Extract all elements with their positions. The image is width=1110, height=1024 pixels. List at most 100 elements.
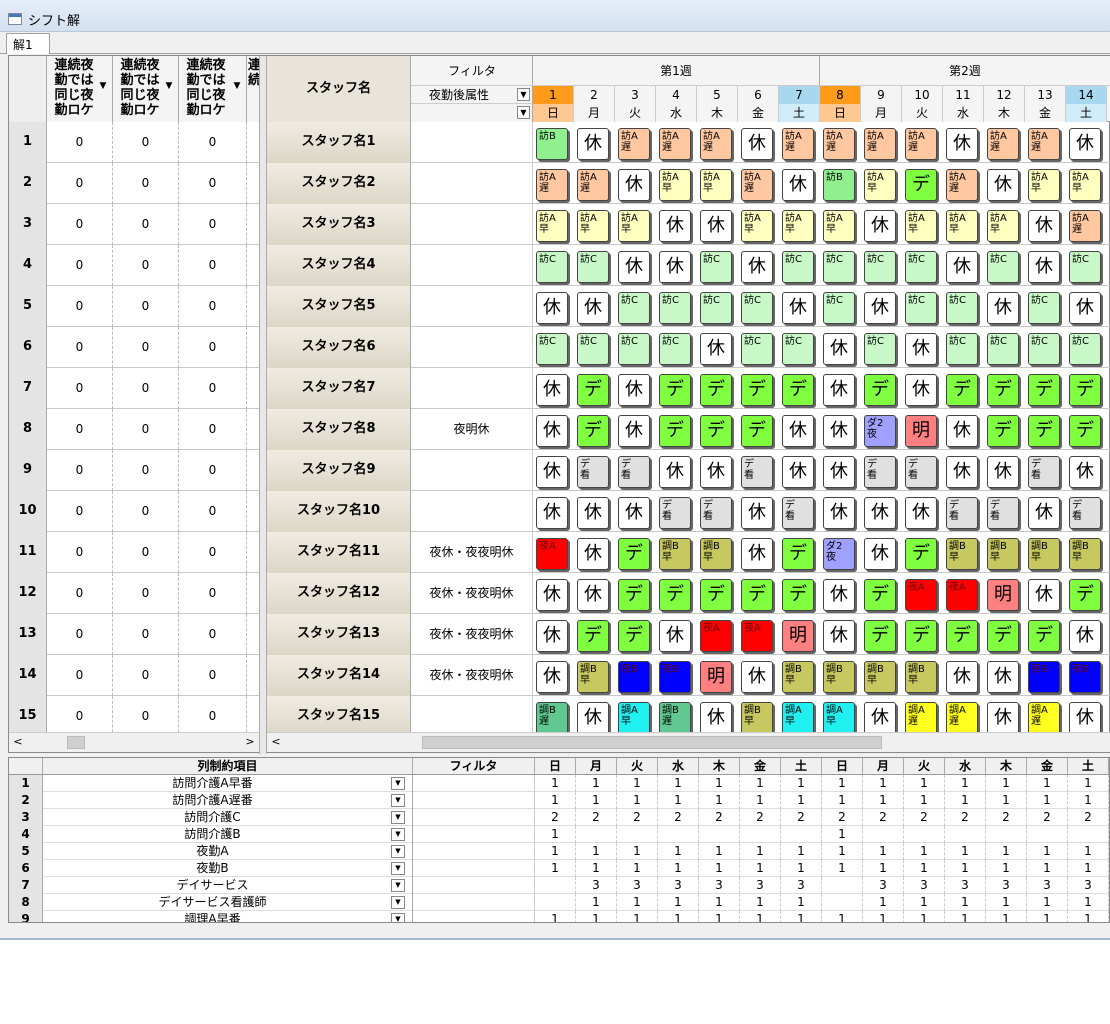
staff-filter[interactable]: 夜休・夜夜明休 [411,614,533,655]
row-number[interactable]: 3 [9,204,47,245]
constraint-value[interactable] [535,877,576,894]
staff-name[interactable]: スタッフ名14 [267,655,411,696]
constraint-value[interactable]: 1 [945,860,986,877]
constraint-value[interactable]: 1 [945,792,986,809]
dropdown-arrow-icon[interactable]: ▼ [391,913,405,922]
shift-cell[interactable]: 休 [741,251,773,283]
consecutive-night-value[interactable]: 0 [179,696,247,732]
shift-cell[interactable]: 訪C [782,251,814,283]
constraint-value[interactable]: 1 [822,826,863,843]
constraint-filter[interactable] [413,894,535,911]
constraint-value[interactable]: 3 [1027,877,1068,894]
constraint-value[interactable]: 1 [658,860,699,877]
consecutive-night-value[interactable]: 0 [47,614,113,655]
shift-cell[interactable]: デ [905,620,937,652]
constraint-value[interactable]: 3 [986,877,1027,894]
shift-cell[interactable]: デ [1028,374,1060,406]
shift-cell[interactable]: 明 [905,415,937,447]
constraint-value[interactable] [1027,826,1068,843]
constraint-value[interactable]: 2 [617,809,658,826]
shift-cell[interactable]: 訪C [946,333,978,365]
constraint-value[interactable] [781,826,822,843]
shift-cell[interactable]: デ 看 [987,497,1019,529]
constraint-value[interactable]: 1 [1027,911,1068,922]
shift-cell[interactable]: 調A 遅 [946,702,978,732]
consecutive-night-value[interactable]: 0 [179,573,247,614]
shift-cell[interactable]: デ [987,374,1019,406]
row-number[interactable]: 6 [9,327,47,368]
shift-cell[interactable]: 調B 早 [946,538,978,570]
shift-cell[interactable]: 休 [618,251,650,283]
shift-cell[interactable]: 訪A 遅 [782,128,814,160]
constraint-value[interactable]: 1 [576,911,617,922]
shift-cell[interactable]: 調B 早 [700,538,732,570]
consecutive-night-value[interactable]: 0 [113,614,179,655]
constraint-value[interactable]: 1 [1068,911,1109,922]
shift-cell[interactable]: 休 [659,251,691,283]
consecutive-night-value[interactable]: 0 [179,286,247,327]
constraint-value[interactable]: 1 [576,792,617,809]
shift-cell[interactable]: 休 [946,251,978,283]
scrollbar-thumb[interactable] [67,736,85,749]
constraint-value[interactable]: 3 [699,877,740,894]
constraint-value[interactable]: 3 [904,877,945,894]
staff-name[interactable]: スタッフ名5 [267,286,411,327]
shift-cell[interactable]: 夜A [946,579,978,611]
day-number-header[interactable]: 12 [984,86,1025,104]
shift-cell[interactable]: ダ2 夜 [823,538,855,570]
constraint-value[interactable]: 1 [535,911,576,922]
shift-cell[interactable]: 調B 遅 [659,702,691,732]
shift-cell[interactable]: 夜B [1069,661,1101,693]
shift-cell[interactable]: デ [987,620,1019,652]
shift-cell[interactable]: 休 [946,128,978,160]
constraint-value[interactable] [863,826,904,843]
constraint-value[interactable] [822,894,863,911]
staff-filter[interactable]: 夜休・夜夜明休 [411,532,533,573]
filter-attr-select-2[interactable]: ▼ [411,104,533,122]
staff-name[interactable]: スタッフ名8 [267,409,411,450]
shift-cell[interactable]: 訪C [577,251,609,283]
shift-cell[interactable]: 明 [700,661,732,693]
constraint-value[interactable]: 1 [1068,894,1109,911]
shift-cell[interactable]: 休 [700,333,732,365]
day-number-header[interactable]: 2 [574,86,615,104]
shift-cell[interactable]: 訪A 遅 [905,128,937,160]
shift-cell[interactable]: 調B 早 [1069,538,1101,570]
shift-cell[interactable]: 休 [946,661,978,693]
constraint-value[interactable]: 1 [617,775,658,792]
shift-cell[interactable]: 休 [905,333,937,365]
shift-cell[interactable]: 休 [741,661,773,693]
constraint-value[interactable] [658,826,699,843]
shift-cell[interactable]: 訪A 遅 [618,128,650,160]
shift-cell[interactable]: デ [577,374,609,406]
consecutive-night-value[interactable]: 0 [179,163,247,204]
constraint-value[interactable]: 1 [1068,860,1109,877]
staff-filter[interactable] [411,368,533,409]
shift-cell[interactable]: デ [1069,415,1101,447]
shift-cell[interactable]: 訪A 早 [946,210,978,242]
shift-cell[interactable]: 休 [577,579,609,611]
shift-cell[interactable]: 休 [536,374,568,406]
staff-name[interactable]: スタッフ名9 [267,450,411,491]
constraint-value[interactable]: 1 [576,894,617,911]
shift-cell[interactable]: 休 [536,456,568,488]
dropdown-arrow-icon[interactable]: ▼ [391,828,405,841]
consecutive-night-value[interactable]: 0 [47,573,113,614]
shift-cell[interactable]: 休 [823,579,855,611]
shift-cell[interactable]: デ 看 [1069,497,1101,529]
constraint-value[interactable] [699,826,740,843]
constraint-value[interactable]: 1 [699,775,740,792]
shift-cell[interactable]: 訪B [536,128,568,160]
constraint-value[interactable]: 1 [822,911,863,922]
consecutive-night-value[interactable]: 0 [113,532,179,573]
constraint-value[interactable] [945,826,986,843]
shift-cell[interactable]: 休 [823,620,855,652]
staff-name-header[interactable]: スタッフ名 [267,56,411,122]
shift-cell[interactable]: デ [700,579,732,611]
staff-name[interactable]: スタッフ名6 [267,327,411,368]
shift-cell[interactable]: 調B 早 [823,661,855,693]
staff-filter[interactable] [411,245,533,286]
shift-cell[interactable]: 訪C [987,251,1019,283]
shift-cell[interactable]: 訪C [905,292,937,324]
shift-cell[interactable]: 休 [864,538,896,570]
